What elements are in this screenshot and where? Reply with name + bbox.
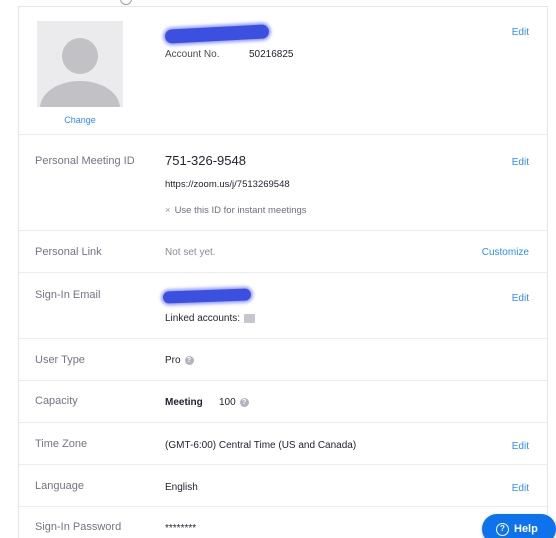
user-type-label: User Type — [35, 354, 85, 366]
profile-row: Change Account No. 50216825 Edit — [19, 7, 547, 135]
user-type-value: Pro — [165, 355, 181, 366]
edit-email-link[interactable]: Edit — [512, 293, 529, 304]
language-value: English — [165, 482, 198, 493]
help-label: Help — [514, 523, 538, 535]
time-zone-value: (GMT-6:00) Central Time (US and Canada) — [165, 440, 357, 451]
password-label: Sign-In Password — [35, 521, 122, 533]
pmi-url: https://zoom.us/j/7513269548 — [165, 179, 290, 190]
password-row: Sign-In Password ******** — [19, 507, 547, 538]
account-no-value: 50216825 — [249, 49, 294, 60]
edit-pmi-link[interactable]: Edit — [512, 157, 529, 168]
redacted-email — [162, 288, 252, 304]
time-zone-label: Time Zone — [35, 438, 88, 450]
linked-account-icon — [244, 313, 256, 323]
language-row: Language English Edit — [19, 465, 547, 507]
sign-in-email-row: Sign-In Email Linked accounts: Edit — [19, 273, 547, 339]
user-type-row: User Type Pro? — [19, 339, 547, 381]
avatar-head-icon — [62, 38, 98, 74]
language-label: Language — [35, 480, 84, 492]
help-button[interactable]: ? Help — [482, 514, 556, 538]
help-question-icon[interactable]: ? — [184, 355, 194, 365]
avatar — [37, 21, 123, 107]
edit-language-link[interactable]: Edit — [512, 483, 529, 494]
pmi-label: Personal Meeting ID — [35, 155, 135, 167]
avatar-body-icon — [40, 81, 120, 107]
capacity-meeting-value: 100 — [219, 397, 236, 408]
instant-meeting-label: Use this ID for instant meetings — [174, 205, 307, 216]
pmi-row: Personal Meeting ID 751-326-9548 https:/… — [19, 135, 547, 231]
edit-profile-link[interactable]: Edit — [512, 27, 529, 38]
personal-link-row: Personal Link Not set yet. Customize — [19, 231, 547, 273]
help-question-icon: ? — [496, 522, 509, 536]
linked-accounts: Linked accounts: — [165, 313, 256, 324]
instant-meeting-option[interactable]: × Use this ID for instant meetings — [165, 205, 307, 216]
user-type-value-wrap: Pro? — [165, 355, 194, 366]
capacity-meeting-value-wrap: 100? — [219, 397, 249, 408]
personal-link-label: Personal Link — [35, 246, 102, 258]
customize-link[interactable]: Customize — [482, 247, 529, 258]
password-value: ******** — [165, 523, 197, 534]
time-zone-row: Time Zone (GMT-6:00) Central Time (US an… — [19, 423, 547, 465]
personal-link-value: Not set yet. — [165, 247, 216, 258]
x-mark-icon: × — [165, 205, 171, 216]
pmi-value: 751-326-9548 — [165, 153, 246, 168]
help-question-icon[interactable]: ? — [239, 397, 249, 407]
edit-time-zone-link[interactable]: Edit — [512, 441, 529, 452]
capacity-label: Capacity — [35, 395, 78, 407]
sign-in-email-label: Sign-In Email — [35, 289, 101, 301]
capacity-row: Capacity Meeting 100? — [19, 381, 547, 423]
account-no-label: Account No. — [165, 49, 220, 60]
redacted-name — [164, 24, 270, 44]
change-avatar-link[interactable]: Change — [37, 115, 123, 125]
linked-accounts-label: Linked accounts: — [165, 313, 241, 324]
radio-circle-icon — [120, 0, 132, 5]
capacity-meeting-label: Meeting — [165, 397, 203, 408]
profile-card: Change Account No. 50216825 Edit Persona… — [18, 6, 548, 538]
